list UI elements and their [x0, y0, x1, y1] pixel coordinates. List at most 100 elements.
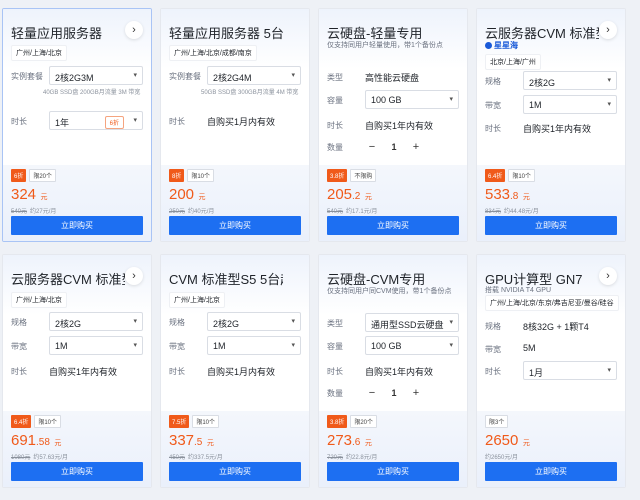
buy-now-button[interactable]: 立即购买 — [11, 216, 143, 235]
plan-row: 实例套餐 2核2G3M ▾ — [11, 66, 143, 86]
discount-tag: 6折 — [11, 169, 27, 182]
duration-row: 时长 自购买1年内有效 — [11, 361, 143, 381]
brand-badge: 星星海 — [485, 40, 518, 51]
card-title: 轻量应用服务器 5台起 — [169, 26, 283, 41]
limit-tag: 限10个 — [34, 415, 62, 428]
buy-now-button[interactable]: 立即购买 — [327, 462, 459, 481]
duration-value: 1月 — [529, 368, 544, 378]
chevron-down-icon: ▾ — [133, 318, 137, 325]
duration-row: 时长 自购买1年内有效 — [485, 118, 617, 138]
duration-label: 时长 — [169, 117, 185, 126]
card-subtitle: 仅支持同用户同CVM使用，带1个备份点 — [327, 288, 452, 295]
chevron-down-icon: ▾ — [607, 77, 611, 84]
chevron-right-icon[interactable]: › — [599, 267, 617, 285]
spec-select[interactable]: 2核2G ▾ — [523, 71, 617, 90]
capacity-label: 容量 — [327, 96, 343, 105]
spec-label: 规格 — [169, 318, 185, 327]
buy-now-button[interactable]: 立即购买 — [327, 216, 459, 235]
buy-now-button[interactable]: 立即购买 — [169, 216, 301, 235]
chevron-down-icon: ▾ — [607, 367, 611, 374]
bandwidth-label: 带宽 — [11, 342, 27, 351]
price-unit: 元 — [364, 194, 372, 201]
plus-button[interactable]: + — [405, 387, 427, 399]
tag-group: 7.5折 限10个 — [169, 415, 220, 428]
plan-label: 实例套餐 — [169, 72, 201, 81]
price: 273.6 元 — [327, 432, 372, 450]
buy-now-button[interactable]: 立即购买 — [11, 462, 143, 481]
product-card-cbs-lighthouse[interactable]: 云硬盘-轻量专用 仅支持同用户轻量使用，带1个备份点 类型 高性能云硬盘 容量 … — [318, 8, 468, 242]
plus-button[interactable]: + — [405, 141, 427, 153]
discount-tag: 6.4折 — [485, 169, 506, 182]
original-price-line: 250元 约40元/月 — [169, 206, 214, 215]
limit-tag: 限10个 — [192, 415, 220, 428]
price: 691.58 元 — [11, 432, 61, 450]
original-price: 250元 — [169, 209, 186, 215]
spec-select[interactable]: 2核2G ▾ — [207, 312, 301, 331]
chevron-right-icon[interactable]: › — [125, 21, 143, 39]
chevron-down-icon: ▾ — [133, 117, 137, 124]
card-subtitle: 仅支持同用户轻量使用，带1个备份点 — [327, 42, 443, 49]
price-unit: 元 — [364, 440, 372, 447]
duration-value: 自购买1年内有效 — [365, 121, 434, 131]
plan-select[interactable]: 2核2G4M ▾ — [207, 66, 301, 85]
buy-now-button[interactable]: 立即购买 — [485, 216, 617, 235]
region-chip: 广州/上海/北京/东京/弗吉尼亚/曼谷/硅谷 — [485, 295, 619, 311]
tag-group: 8折 限10个 — [169, 169, 215, 182]
capacity-select[interactable]: 100 GB ▾ — [365, 90, 459, 109]
plan-note: 50GB SSD盘 300GB月流量 4M 带宽 — [201, 90, 299, 96]
tag-group: 3.8折 不限购 — [327, 169, 377, 182]
product-card-cvm-s5[interactable]: 云服务器CVM 标准型S5 › 广州/上海/北京 规格 2核2G ▾ 带宽 1M… — [2, 254, 152, 488]
original-price: 1080元 — [11, 455, 31, 461]
discount-tag: 3.8折 — [327, 169, 348, 182]
type-value: 通用型SSD云硬盘 — [371, 320, 444, 330]
spec-select[interactable]: 2核2G ▾ — [49, 312, 143, 331]
price-integer: 324 — [11, 186, 37, 203]
brand-label: 星星海 — [494, 41, 518, 50]
buy-now-button[interactable]: 立即购买 — [485, 462, 617, 481]
buy-now-button[interactable]: 立即购买 — [169, 462, 301, 481]
price-integer: 533 — [485, 186, 511, 203]
price-unit: 元 — [198, 194, 206, 201]
product-card-gpu-gn7[interactable]: GPU计算型 GN7 › 搭载 NVIDIA T4 GPU 广州/上海/北京/东… — [476, 254, 626, 488]
quantity-stepper[interactable]: − 1 + — [361, 383, 427, 402]
price: 2650 元 — [485, 432, 530, 450]
monthly-price: 约40元/月 — [188, 209, 215, 215]
capacity-value: 100 GB — [371, 341, 402, 351]
product-grid: 轻量应用服务器 › 广州/上海/北京 实例套餐 2核2G3M ▾ 40GB SS… — [0, 0, 640, 500]
product-card-cvm-s5-5[interactable]: CVM 标准型S5 5台起 广州/上海/北京 规格 2核2G ▾ 带宽 1M ▾… — [160, 254, 310, 488]
minus-button[interactable]: − — [361, 387, 383, 399]
card-title: CVM 标准型S5 5台起 — [169, 272, 283, 287]
product-card-lighthouse[interactable]: 轻量应用服务器 › 广州/上海/北京 实例套餐 2核2G3M ▾ 40GB SS… — [2, 8, 152, 242]
bandwidth-select[interactable]: 1M ▾ — [49, 336, 143, 355]
quantity-stepper[interactable]: − 1 + — [361, 137, 427, 156]
product-card-cvm-sa2[interactable]: 云服务器CVM 标准型SA2 › 星星海 北京/上海/广州 规格 2核2G ▾ … — [476, 8, 626, 242]
product-card-lighthouse-5[interactable]: 轻量应用服务器 5台起 广州/上海/北京/成都/南京 实例套餐 2核2G4M ▾… — [160, 8, 310, 242]
chevron-right-icon[interactable]: › — [125, 267, 143, 285]
capacity-row: 容量 100 GB ▾ — [327, 90, 459, 110]
chevron-right-icon[interactable]: › — [599, 21, 617, 39]
duration-label: 时长 — [327, 367, 343, 376]
capacity-select[interactable]: 100 GB ▾ — [365, 336, 459, 355]
duration-select[interactable]: 1月 ▾ — [523, 361, 617, 380]
minus-button[interactable]: − — [361, 141, 383, 153]
type-row: 类型 通用型SSD云硬盘 ▾ — [327, 313, 459, 333]
original-price: 540元 — [327, 209, 344, 215]
bandwidth-label: 带宽 — [169, 342, 185, 351]
tag-group: 6.4折 限10个 — [11, 415, 62, 428]
tag-group: 6折 限20个 — [11, 169, 57, 182]
monthly-price: 约57.63元/月 — [33, 455, 69, 461]
duration-value: 自购买1年内有效 — [49, 367, 118, 377]
chevron-down-icon: ▾ — [291, 342, 295, 349]
type-select[interactable]: 通用型SSD云硬盘 ▾ — [365, 313, 459, 332]
plan-select[interactable]: 2核2G3M ▾ — [49, 66, 143, 85]
bandwidth-select[interactable]: 1M ▾ — [207, 336, 301, 355]
price: 200 元 — [169, 186, 205, 204]
limit-tag: 不限购 — [350, 169, 377, 182]
discount-tag: 3.8折 — [327, 415, 348, 428]
bandwidth-select[interactable]: 1M ▾ — [523, 95, 617, 114]
duration-discount-badge: 6折 — [104, 116, 124, 129]
product-card-cbs-cvm[interactable]: 云硬盘-CVM专用 仅支持同用户同CVM使用，带1个备份点 类型 通用型SSD云… — [318, 254, 468, 488]
spec-value: 2核2G — [213, 319, 240, 329]
duration-select[interactable]: 1年 6折 ▾ — [49, 111, 143, 130]
spec-label: 规格 — [485, 77, 501, 86]
